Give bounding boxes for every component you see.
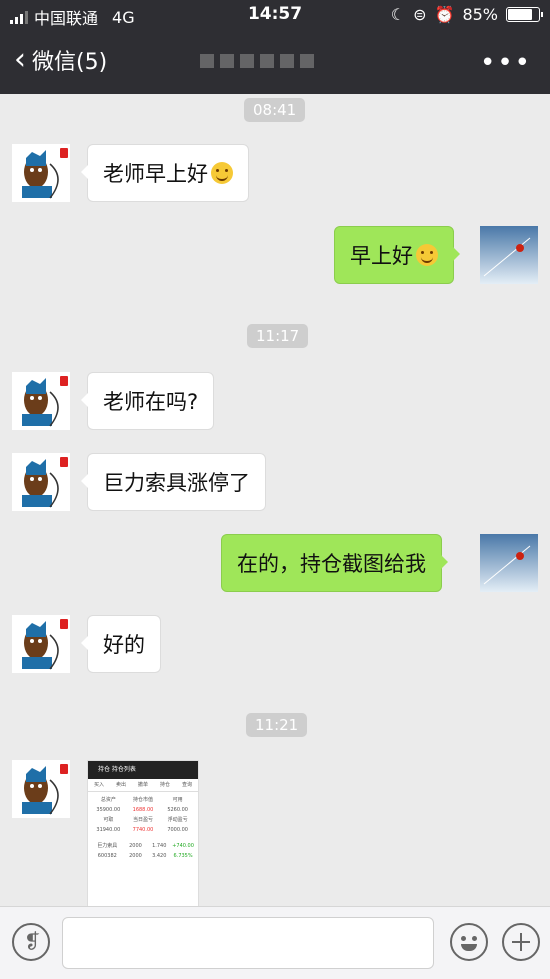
plus-icon[interactable] xyxy=(502,923,540,961)
contact-avatar[interactable] xyxy=(12,760,70,818)
thumb-positions: 巨力索具 2000 1.740 +740.00 600382 2000 3.42… xyxy=(88,838,198,864)
message-bubble-incoming[interactable]: 巨力索具涨停了 xyxy=(81,453,266,511)
message-text: 巨力索具涨停了 xyxy=(103,471,250,495)
thumb-cell: 总资产 xyxy=(100,797,116,803)
chat-header: ‹ 微信(5) ••• xyxy=(0,30,550,94)
timestamp: 11:17 xyxy=(247,324,309,348)
my-avatar[interactable] xyxy=(480,226,538,284)
thumb-cell: 2000 xyxy=(129,853,142,859)
message-bubble-outgoing[interactable]: 在的，持仓截图给我 xyxy=(221,534,448,592)
timestamp: 11:21 xyxy=(246,713,308,737)
thumb-summary: 总资产 持仓市值 可用 35900.00 1688.00 5260.00 可取 … xyxy=(88,792,198,838)
thumb-cell: 可用 xyxy=(172,797,183,803)
message-bubble-incoming[interactable]: 老师早上好 xyxy=(81,144,249,202)
message-text: 老师在吗? xyxy=(103,390,199,414)
moon-icon: ☾ xyxy=(390,5,406,24)
thumb-tab: 查询 xyxy=(181,782,192,788)
more-dots-icon[interactable]: ••• xyxy=(480,48,532,78)
thumb-cell: 31940.00 xyxy=(96,827,121,833)
battery-icon xyxy=(506,7,543,22)
thumb-cell: 当日盈亏 xyxy=(132,817,153,823)
voice-icon[interactable] xyxy=(12,923,50,961)
status-icons: ☾ ⊜ ⏰ 85% xyxy=(390,5,543,24)
thumb-tab: 撤单 xyxy=(137,782,148,788)
message-text: 在的，持仓截图给我 xyxy=(237,552,426,576)
back-label: 微信(5) xyxy=(32,50,108,75)
smile-emoji-icon xyxy=(416,244,438,266)
image-message-stock-screenshot[interactable]: 持仓 持仓列表 买入 卖出 撤单 持仓 查询 总资产 持仓市值 可用 35900… xyxy=(87,760,199,908)
back-button[interactable]: ‹ 微信(5) xyxy=(14,44,107,76)
contact-avatar[interactable] xyxy=(12,615,70,673)
message-text: 好的 xyxy=(103,633,145,657)
thumb-cell: 1688.00 xyxy=(132,807,154,813)
grin-emoji-icon xyxy=(211,162,233,184)
contact-avatar[interactable] xyxy=(12,372,70,430)
chat-title-blurred xyxy=(200,46,350,76)
thumb-cell: 2000 xyxy=(129,843,142,849)
thumb-cell: 7000.00 xyxy=(167,827,188,833)
thumb-header: 持仓 持仓列表 xyxy=(88,761,198,779)
contact-avatar[interactable] xyxy=(12,144,70,202)
thumb-cell: 1.740 xyxy=(152,843,167,849)
thumb-cell: 7740.00 xyxy=(132,827,154,833)
message-text: 老师早上好 xyxy=(103,162,208,186)
thumb-cell: 5260.00 xyxy=(167,807,188,813)
battery-percent: 85% xyxy=(462,5,498,24)
thumb-tabs: 买入 卖出 撤单 持仓 查询 xyxy=(88,779,198,792)
thumb-tab: 卖出 xyxy=(115,782,126,788)
rotation-lock-icon: ⊜ xyxy=(413,5,427,24)
message-input[interactable] xyxy=(62,917,434,969)
contact-avatar[interactable] xyxy=(12,453,70,511)
thumb-cell: 600382 xyxy=(97,853,117,859)
my-avatar[interactable] xyxy=(480,534,538,592)
emoji-icon[interactable] xyxy=(450,923,488,961)
message-list[interactable]: 08:41 老师早上好 早上好 11:17 老师在吗? 巨力索具涨停了 在的，持… xyxy=(0,94,550,908)
input-bar xyxy=(0,906,550,979)
thumb-cell: 6.735% xyxy=(173,853,193,859)
alarm-icon: ⏰ xyxy=(434,5,455,24)
message-text: 早上好 xyxy=(350,244,413,268)
thumb-cell: 浮动盈亏 xyxy=(167,817,188,823)
thumb-tab: 持仓 xyxy=(159,782,170,788)
thumb-cell: 持仓市值 xyxy=(132,797,153,803)
battery-fill xyxy=(508,9,532,20)
message-bubble-incoming[interactable]: 老师在吗? xyxy=(80,372,215,430)
thumb-cell: 3.420 xyxy=(152,853,167,859)
message-bubble-incoming[interactable]: 好的 xyxy=(81,615,161,673)
thumb-cell: 巨力索具 xyxy=(97,843,118,849)
chevron-left-icon: ‹ xyxy=(14,42,26,77)
thumb-cell: +740.00 xyxy=(172,843,194,849)
timestamp: 08:41 xyxy=(244,98,306,122)
thumb-cell: 35900.00 xyxy=(96,807,121,813)
message-bubble-outgoing[interactable]: 早上好 xyxy=(334,226,460,284)
status-bar: 中国联通 4G 14:57 ☾ ⊜ ⏰ 85% xyxy=(0,0,550,30)
thumb-tab: 买入 xyxy=(93,782,104,788)
thumb-cell: 可取 xyxy=(103,817,114,823)
